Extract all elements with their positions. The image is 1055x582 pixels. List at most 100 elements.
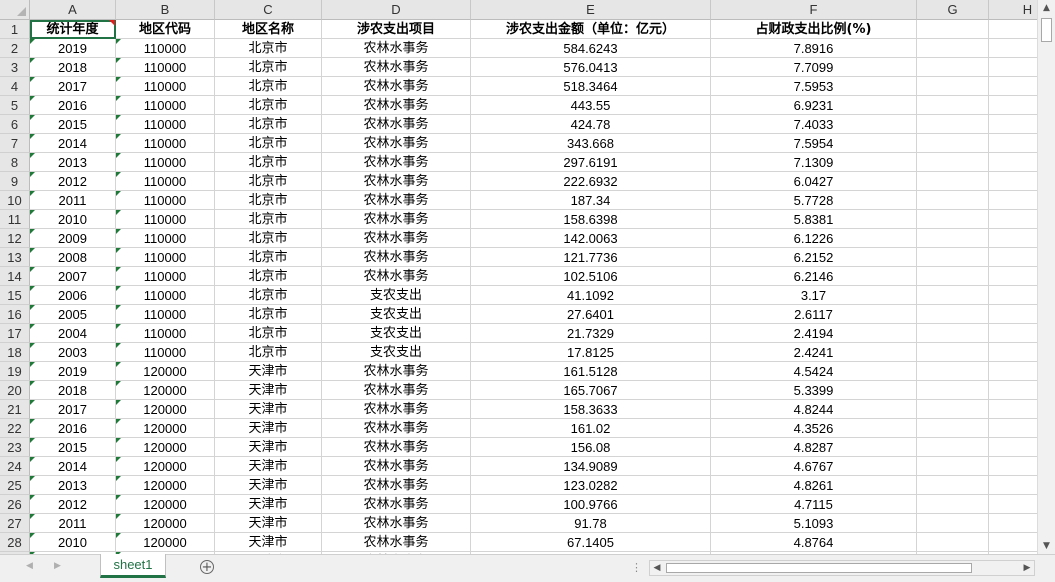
header-cell[interactable]: 涉农支出金额（单位：亿元） <box>471 20 711 39</box>
header-cell[interactable]: 地区名称 <box>215 20 322 39</box>
cell[interactable]: 北京市 <box>215 115 322 134</box>
column-header-d[interactable]: D <box>322 0 471 20</box>
cell[interactable]: 天津市 <box>215 381 322 400</box>
cell[interactable]: 7.5954 <box>711 134 917 153</box>
cell[interactable]: 21.7329 <box>471 324 711 343</box>
cell[interactable]: 6.2146 <box>711 267 917 286</box>
cell[interactable] <box>917 324 989 343</box>
cell[interactable]: 27.6401 <box>471 305 711 324</box>
cell[interactable]: 2007 <box>30 267 116 286</box>
cell[interactable]: 120000 <box>116 514 215 533</box>
cell[interactable]: 农林水事务 <box>322 514 471 533</box>
cell[interactable]: 天津市 <box>215 533 322 552</box>
cell[interactable] <box>989 419 1037 438</box>
cell[interactable]: 120000 <box>116 495 215 514</box>
cell[interactable]: 41.1092 <box>471 286 711 305</box>
cell[interactable]: 4.7115 <box>711 495 917 514</box>
cell[interactable]: 158.3633 <box>471 400 711 419</box>
cell[interactable] <box>989 267 1037 286</box>
cell[interactable]: 222.6932 <box>471 172 711 191</box>
cell[interactable]: 农林水事务 <box>322 115 471 134</box>
cell[interactable]: 北京市 <box>215 248 322 267</box>
cell[interactable] <box>917 514 989 533</box>
cell[interactable]: 4.8287 <box>711 438 917 457</box>
header-cell[interactable] <box>989 20 1037 39</box>
row-header[interactable]: 22 <box>0 419 30 438</box>
cell[interactable]: 6.2152 <box>711 248 917 267</box>
cell[interactable] <box>989 96 1037 115</box>
cell[interactable] <box>989 324 1037 343</box>
cell[interactable]: 2005 <box>30 305 116 324</box>
cell[interactable]: 北京市 <box>215 58 322 77</box>
select-all-corner[interactable] <box>0 0 30 20</box>
cell[interactable]: 2017 <box>30 400 116 419</box>
cell[interactable]: 农林水事务 <box>322 134 471 153</box>
cell[interactable]: 北京市 <box>215 305 322 324</box>
cell[interactable]: 2010 <box>30 533 116 552</box>
cell[interactable] <box>917 476 989 495</box>
cell[interactable]: 2.4241 <box>711 343 917 362</box>
cell[interactable]: 农林水事务 <box>322 419 471 438</box>
cell[interactable]: 110000 <box>116 286 215 305</box>
cell[interactable] <box>917 343 989 362</box>
cell[interactable]: 2018 <box>30 58 116 77</box>
cell[interactable]: 142.0063 <box>471 229 711 248</box>
column-header-c[interactable]: C <box>215 0 322 20</box>
cell[interactable]: 120000 <box>116 533 215 552</box>
cell[interactable] <box>989 77 1037 96</box>
cell[interactable]: 161.02 <box>471 419 711 438</box>
cell[interactable]: 2018 <box>30 381 116 400</box>
cell[interactable]: 110000 <box>116 267 215 286</box>
cell[interactable]: 110000 <box>116 153 215 172</box>
cell[interactable]: 2003 <box>30 343 116 362</box>
row-header[interactable]: 4 <box>0 77 30 96</box>
cell[interactable]: 7.1309 <box>711 153 917 172</box>
row-header[interactable]: 3 <box>0 58 30 77</box>
add-sheet-icon[interactable]: + <box>200 560 214 574</box>
header-cell[interactable]: 统计年度 <box>30 20 116 39</box>
cell[interactable]: 农林水事务 <box>322 438 471 457</box>
cell[interactable] <box>917 495 989 514</box>
cell[interactable]: 120000 <box>116 438 215 457</box>
cell[interactable] <box>989 514 1037 533</box>
cell[interactable]: 2008 <box>30 248 116 267</box>
cell[interactable]: 北京市 <box>215 39 322 58</box>
cell[interactable]: 农林水事务 <box>322 96 471 115</box>
cell[interactable] <box>917 153 989 172</box>
cell[interactable]: 2013 <box>30 476 116 495</box>
row-header[interactable]: 27 <box>0 514 30 533</box>
cell[interactable]: 4.8261 <box>711 476 917 495</box>
cell[interactable]: 161.5128 <box>471 362 711 381</box>
cell[interactable]: 天津市 <box>215 438 322 457</box>
cell[interactable]: 110000 <box>116 134 215 153</box>
cell[interactable]: 110000 <box>116 191 215 210</box>
cell[interactable] <box>917 77 989 96</box>
cell[interactable] <box>989 172 1037 191</box>
cell[interactable]: 2019 <box>30 362 116 381</box>
cell[interactable] <box>917 267 989 286</box>
cell[interactable]: 518.3464 <box>471 77 711 96</box>
cell[interactable]: 2013 <box>30 153 116 172</box>
cell[interactable]: 2015 <box>30 115 116 134</box>
cell[interactable]: 297.6191 <box>471 153 711 172</box>
row-header[interactable]: 9 <box>0 172 30 191</box>
cell[interactable]: 4.5424 <box>711 362 917 381</box>
cell[interactable]: 156.08 <box>471 438 711 457</box>
cell[interactable]: 北京市 <box>215 153 322 172</box>
header-cell[interactable]: 涉农支出项目 <box>322 20 471 39</box>
row-header[interactable]: 11 <box>0 210 30 229</box>
cell[interactable] <box>917 438 989 457</box>
cell[interactable]: 北京市 <box>215 134 322 153</box>
cell[interactable]: 支农支出 <box>322 324 471 343</box>
column-header-f[interactable]: F <box>711 0 917 20</box>
cell[interactable]: 2006 <box>30 286 116 305</box>
cell[interactable]: 2017 <box>30 77 116 96</box>
cell[interactable]: 120000 <box>116 400 215 419</box>
scroll-left-icon[interactable]: ◀ <box>650 561 664 575</box>
cell[interactable] <box>989 343 1037 362</box>
horizontal-scrollbar[interactable]: ◀ ▶ <box>649 560 1035 576</box>
cell[interactable]: 110000 <box>116 96 215 115</box>
cell[interactable] <box>989 39 1037 58</box>
cell[interactable] <box>989 248 1037 267</box>
cell[interactable] <box>989 381 1037 400</box>
